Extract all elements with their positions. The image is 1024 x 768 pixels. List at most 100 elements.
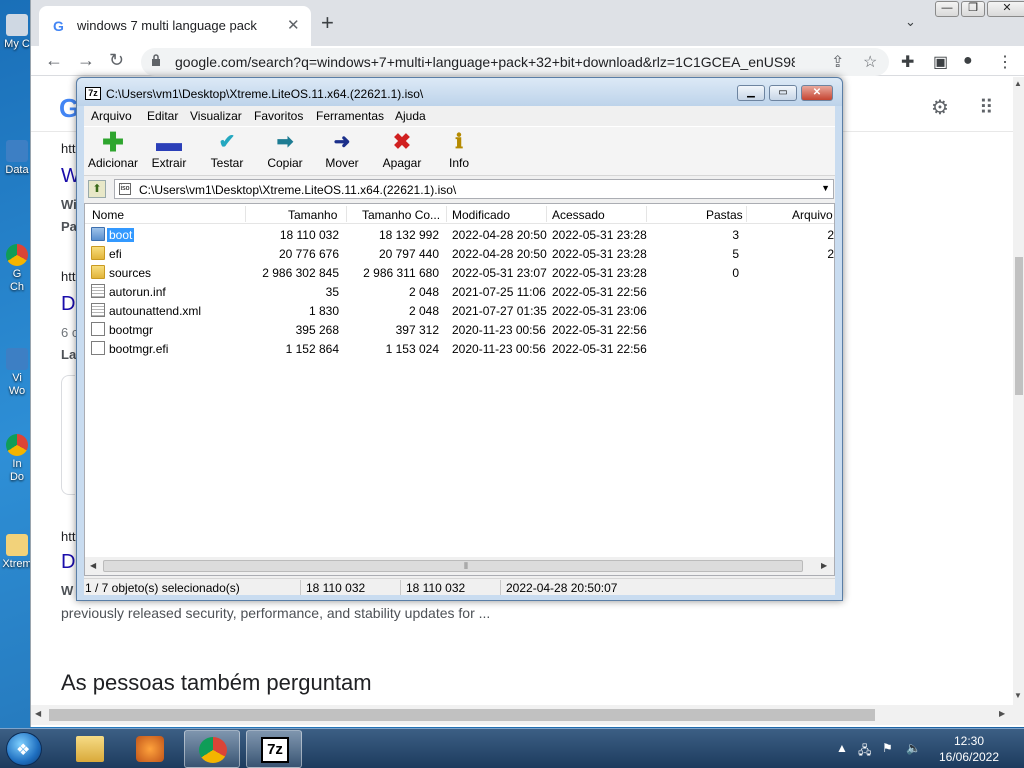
action-center-icon[interactable]: ⚑ <box>882 741 893 755</box>
taskbar-sevenzip[interactable]: 7z <box>246 730 302 768</box>
menu-item-favoritos[interactable]: Favoritos <box>254 109 303 123</box>
desktop-icon-chrome[interactable]: G Ch <box>2 244 32 294</box>
test-button[interactable]: ✔ Testar <box>207 131 247 170</box>
grip-icon: ⦀ <box>464 561 468 571</box>
menu-item-ferramentas[interactable]: Ferramentas <box>316 109 384 123</box>
scroll-right-arrow-icon[interactable]: ▶ <box>999 709 1005 718</box>
new-tab-icon[interactable]: + <box>321 12 334 34</box>
scroll-thumb[interactable]: ⦀ <box>103 560 803 572</box>
column-header-accessed[interactable]: Acessado <box>552 208 605 222</box>
menu-item-ajuda[interactable]: Ajuda <box>395 109 426 123</box>
close-window-button[interactable]: ✕ <box>987 1 1024 17</box>
delete-button[interactable]: ✖ Apagar <box>380 131 424 171</box>
table-row[interactable]: autorun.inf 35 2 048 2021-07-25 11:06 20… <box>85 282 834 301</box>
address-combobox[interactable]: iso C:\Users\vm1\Desktop\Xtreme.LiteOS.1… <box>114 179 834 199</box>
minimize-button[interactable]: — <box>935 1 959 17</box>
add-button[interactable]: ✚ Adicionar <box>87 129 139 170</box>
result-url[interactable]: htt <box>61 529 75 544</box>
maximize-button[interactable]: ❐ <box>961 1 985 17</box>
desktop-icon-vm[interactable]: Vi Wo <box>2 348 32 398</box>
file-size: 2 986 302 845 <box>262 266 339 280</box>
horizontal-scrollbar[interactable]: ◀ ▶ <box>31 705 1024 725</box>
table-row[interactable]: bootmgr.efi 1 152 864 1 153 024 2020-11-… <box>85 339 834 358</box>
folder-up-icon[interactable]: ⬆ <box>88 180 106 198</box>
bookmark-star-icon[interactable]: ☆ <box>863 52 877 72</box>
show-hidden-icons-icon[interactable]: ▲ <box>836 741 848 755</box>
start-button[interactable]: ❖ <box>6 732 42 766</box>
scroll-thumb[interactable] <box>1015 257 1023 395</box>
taskbar: ❖ 7z ▲ 🖧 ⚑ 🔈 12:30 16/06/2022 <box>0 728 1024 768</box>
system-clock[interactable]: 12:30 16/06/2022 <box>932 733 1006 765</box>
shortcut-icon <box>6 140 28 162</box>
file-size: 18 110 032 <box>279 228 339 242</box>
sevenzip-logo-icon: 7z <box>261 737 289 763</box>
apps-grid-icon[interactable]: ⠿ <box>979 95 994 120</box>
taskbar-chrome[interactable] <box>184 730 240 768</box>
chrome-icon <box>6 244 28 266</box>
url-text: google.com/search?q=windows+7+multi+lang… <box>175 54 795 70</box>
network-icon[interactable]: 🖧 <box>858 741 871 762</box>
file-packed-size: 397 312 <box>395 323 439 337</box>
desktop-icon-data[interactable]: Data <box>2 140 32 177</box>
back-arrow-icon[interactable]: ← <box>45 50 63 70</box>
column-header-name[interactable]: Nome <box>92 208 124 222</box>
taskbar-media-player[interactable] <box>122 730 178 768</box>
column-header-files[interactable]: Arquivo <box>792 208 833 222</box>
desktop-icon-in[interactable]: In Do <box>2 434 32 484</box>
scroll-thumb[interactable] <box>49 709 875 721</box>
column-header-folders[interactable]: Pastas <box>706 208 743 222</box>
scroll-left-arrow-icon[interactable]: ◀ <box>35 709 41 718</box>
file-modified: 2020-11-23 00:56 <box>452 323 546 337</box>
share-icon[interactable]: ⇪ <box>831 52 844 72</box>
move-button[interactable]: ➜ Mover <box>322 131 362 170</box>
sevenzip-logo-icon: 7z <box>85 87 101 100</box>
column-header-size[interactable]: Tamanho <box>288 208 337 222</box>
gear-icon[interactable]: ⚙ <box>931 95 949 120</box>
file-list[interactable]: Nome Tamanho Tamanho Co... Modificado Ac… <box>84 203 835 576</box>
menu-item-arquivo[interactable]: Arquivo <box>91 109 132 123</box>
profile-avatar-icon[interactable]: ● <box>963 52 973 70</box>
side-panel-icon[interactable]: ▣ <box>933 52 948 72</box>
table-row[interactable]: bootmgr 395 268 397 312 2020-11-23 00:56… <box>85 320 834 339</box>
column-header-packed[interactable]: Tamanho Co... <box>362 208 440 222</box>
horizontal-scrollbar[interactable]: ◀ ⦀ ▶ <box>85 557 834 575</box>
chevron-down-icon[interactable]: ▼ <box>821 183 830 193</box>
settings-file-icon <box>91 284 105 298</box>
copy-button[interactable]: ➡ Copiar <box>265 131 305 170</box>
extract-button[interactable]: ▬ Extrair <box>150 129 188 170</box>
table-row[interactable]: boot 18 110 032 18 132 992 2022-04-28 20… <box>85 225 834 244</box>
desktop-icon-xtreme[interactable]: Xtrem <box>2 534 32 571</box>
scroll-right-arrow-icon[interactable]: ▶ <box>821 561 827 570</box>
copy-arrow-icon: ➡ <box>276 131 294 153</box>
close-tab-icon[interactable]: ✕ <box>287 16 300 34</box>
maximize-button[interactable]: ▭ <box>769 85 797 101</box>
column-header-modified[interactable]: Modificado <box>452 208 510 222</box>
result-url[interactable]: htt <box>61 141 75 156</box>
minimize-button[interactable]: ▁ <box>737 85 765 101</box>
more-menu-icon[interactable]: ⋮ <box>997 52 1013 72</box>
result-title[interactable]: D <box>61 551 75 574</box>
menu-item-visualizar[interactable]: Visualizar <box>190 109 242 123</box>
menu-item-editar[interactable]: Editar <box>147 109 178 123</box>
tab-google-search[interactable]: G windows 7 multi language pack ✕ <box>39 6 311 46</box>
chevron-down-icon[interactable]: ⌄ <box>905 14 916 30</box>
table-row[interactable]: autounattend.xml 1 830 2 048 2021-07-27 … <box>85 301 834 320</box>
scroll-up-arrow-icon[interactable]: ▲ <box>1014 79 1022 88</box>
scroll-left-arrow-icon[interactable]: ◀ <box>90 561 96 570</box>
omnibox[interactable]: google.com/search?q=windows+7+multi+lang… <box>141 48 889 76</box>
table-row[interactable]: sources 2 986 302 845 2 986 311 680 2022… <box>85 263 834 282</box>
info-button[interactable]: ℹ Info <box>444 131 474 170</box>
forward-arrow-icon[interactable]: → <box>77 50 95 70</box>
taskbar-explorer[interactable] <box>62 730 118 768</box>
desktop-icon-computer[interactable]: My C <box>2 14 32 51</box>
table-row[interactable]: efi 20 776 676 20 797 440 2022-04-28 20:… <box>85 244 834 263</box>
close-window-button[interactable]: ✕ <box>801 85 833 101</box>
vertical-scrollbar[interactable]: ▲ ▼ <box>1013 77 1024 705</box>
sevenzip-titlebar[interactable]: 7z C:\Users\vm1\Desktop\Xtreme.LiteOS.11… <box>77 78 842 106</box>
reload-icon[interactable]: ↻ <box>109 50 124 70</box>
result-url[interactable]: htt <box>61 269 75 284</box>
extensions-puzzle-icon[interactable]: ✚ <box>901 52 914 72</box>
scroll-down-arrow-icon[interactable]: ▼ <box>1014 691 1022 700</box>
result-title[interactable]: D <box>61 293 75 316</box>
volume-icon[interactable]: 🔈 <box>906 741 921 755</box>
